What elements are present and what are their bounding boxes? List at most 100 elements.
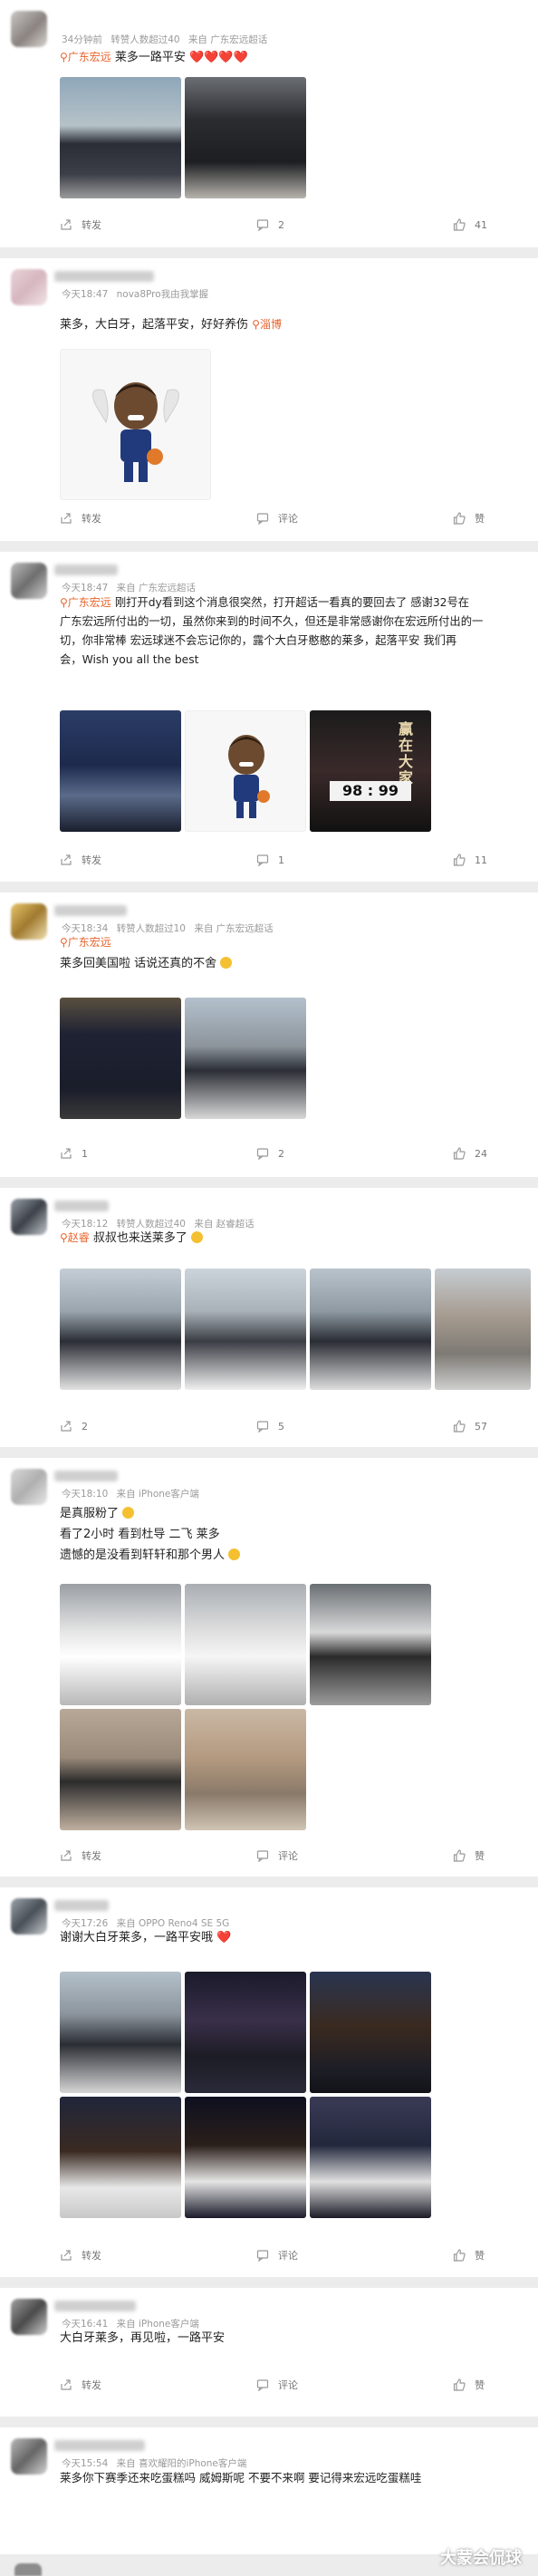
like-button[interactable]: 41 bbox=[453, 215, 487, 235]
action-bar: 转发 评论 赞 bbox=[0, 508, 538, 528]
emoji-icon bbox=[122, 1507, 135, 1519]
photo-thumbnail[interactable] bbox=[60, 77, 181, 198]
share-button[interactable]: 2 bbox=[60, 1416, 88, 1436]
avatar[interactable] bbox=[11, 1469, 47, 1505]
like-button[interactable]: 赞 bbox=[453, 2375, 485, 2395]
topic-tag[interactable]: ⚲广东宏远 bbox=[60, 596, 111, 609]
post-meta: 今天18:10 来自 iPhone客户端 bbox=[62, 1487, 205, 1500]
photo-thumbnail[interactable] bbox=[310, 1269, 431, 1390]
location-tag[interactable]: ⚲淄博 bbox=[252, 318, 282, 331]
username-blurred[interactable] bbox=[54, 1201, 109, 1211]
comment-icon bbox=[256, 219, 269, 231]
share-button[interactable]: 转发 bbox=[60, 2245, 101, 2265]
like-icon bbox=[453, 2249, 466, 2262]
post-content: 是真服粉了 看了2小时 看到杜导 二飞 莱多 遗憾的是没看到轩轩和那个男人 bbox=[60, 1503, 527, 1566]
comment-button[interactable]: 1 bbox=[256, 850, 284, 870]
comment-button[interactable]: 评论 bbox=[256, 1846, 298, 1866]
photo-thumbnail[interactable] bbox=[310, 1584, 431, 1705]
topic-tag[interactable]: ⚲广东宏远 bbox=[60, 936, 111, 949]
comment-icon bbox=[256, 1850, 269, 1862]
username-blurred[interactable] bbox=[54, 564, 118, 575]
separator bbox=[0, 1877, 538, 1887]
comment-button[interactable]: 2 bbox=[256, 215, 284, 235]
share-icon bbox=[61, 219, 72, 230]
comment-button[interactable]: 5 bbox=[256, 1416, 284, 1436]
username-blurred[interactable] bbox=[54, 2301, 136, 2311]
username-blurred[interactable] bbox=[54, 2440, 145, 2451]
photo-thumbnail[interactable] bbox=[60, 2097, 181, 2218]
photo-thumbnail[interactable] bbox=[185, 1972, 306, 2093]
post-extra: nova8Pro我由我掌握 bbox=[116, 289, 209, 300]
avatar[interactable] bbox=[11, 1898, 47, 1934]
separator bbox=[0, 2277, 538, 2288]
photo-thumbnail[interactable] bbox=[185, 2097, 306, 2218]
share-button[interactable]: 转发 bbox=[60, 508, 101, 528]
photo-thumbnail[interactable] bbox=[310, 1972, 431, 2093]
comment-button[interactable]: 评论 bbox=[256, 508, 298, 528]
post-content: ⚲赵睿 叔叔也来送莱多了 bbox=[60, 1228, 527, 1249]
photo-thumbnail[interactable] bbox=[60, 998, 181, 1119]
post-source[interactable]: 来自 广东宏远超话 bbox=[188, 34, 267, 45]
post-text: 刚打开dy看到这个消息很突然，打开超话一看真的要回去了 感谢32号在 bbox=[114, 596, 470, 609]
photo-thumbnail[interactable] bbox=[60, 1269, 181, 1390]
avatar[interactable] bbox=[11, 269, 47, 305]
post-content: 莱多，大白牙，起落平安，好好养伤 ⚲淄博 bbox=[60, 314, 527, 335]
comment-button[interactable]: 评论 bbox=[256, 2245, 298, 2265]
photo-thumbnail[interactable] bbox=[60, 1584, 181, 1705]
photo-thumbnail[interactable] bbox=[60, 710, 181, 832]
post: 今天18:10 来自 iPhone客户端 是真服粉了 看了2小时 看到杜导 二飞… bbox=[0, 1458, 538, 1877]
username-blurred[interactable] bbox=[54, 905, 127, 916]
like-button[interactable]: 57 bbox=[453, 1416, 487, 1436]
avatar[interactable] bbox=[14, 2563, 42, 2576]
like-button[interactable]: 11 bbox=[453, 850, 487, 870]
share-icon bbox=[61, 2250, 72, 2261]
cartoon-image[interactable] bbox=[60, 349, 211, 500]
photo-thumbnail[interactable] bbox=[60, 1709, 181, 1830]
post-time: 今天18:47 bbox=[62, 289, 109, 300]
photo-thumbnail[interactable] bbox=[60, 1972, 181, 2093]
player-cartoon bbox=[228, 735, 270, 818]
action-bar: 转发 评论 赞 bbox=[0, 2245, 538, 2265]
share-icon bbox=[61, 2379, 72, 2390]
comment-icon bbox=[256, 1148, 269, 1160]
like-button[interactable]: 赞 bbox=[453, 508, 485, 528]
photo-thumbnail[interactable] bbox=[185, 77, 306, 198]
like-button[interactable]: 赞 bbox=[453, 1846, 485, 1866]
poster-image[interactable]: 赢 在 大 家 98 : 99 bbox=[310, 710, 431, 832]
like-button[interactable]: 赞 bbox=[453, 2245, 485, 2265]
photo-thumbnail[interactable] bbox=[185, 998, 306, 1119]
avatar[interactable] bbox=[11, 903, 47, 940]
username-blurred[interactable] bbox=[54, 1900, 109, 1911]
comment-button[interactable]: 2 bbox=[256, 1143, 284, 1163]
avatar[interactable] bbox=[11, 2299, 47, 2335]
topic-tag[interactable]: ⚲赵睿 bbox=[60, 1231, 90, 1244]
avatar[interactable] bbox=[11, 563, 47, 599]
emoji-icon bbox=[220, 957, 233, 969]
comment-icon bbox=[256, 513, 269, 525]
scoreboard: 98 : 99 bbox=[330, 781, 411, 801]
avatar[interactable] bbox=[11, 11, 47, 47]
comment-icon bbox=[256, 1421, 269, 1433]
action-bar: 2 5 57 bbox=[0, 1416, 538, 1436]
emoji-icon bbox=[190, 1231, 203, 1243]
separator bbox=[0, 2417, 538, 2427]
share-button[interactable]: 转发 bbox=[60, 1846, 101, 1866]
share-button[interactable]: 转发 bbox=[60, 2375, 101, 2395]
photo-thumbnail[interactable] bbox=[435, 1269, 531, 1390]
username-blurred[interactable] bbox=[54, 1471, 118, 1481]
like-button[interactable]: 24 bbox=[453, 1143, 487, 1163]
photo-thumbnail[interactable] bbox=[185, 1269, 306, 1390]
topic-tag[interactable]: ⚲广东宏远 bbox=[60, 51, 111, 63]
cartoon-image[interactable] bbox=[185, 710, 306, 832]
share-button[interactable]: 转发 bbox=[60, 850, 101, 870]
comment-button[interactable]: 评论 bbox=[256, 2375, 298, 2395]
share-button[interactable]: 1 bbox=[60, 1143, 88, 1163]
username-blurred[interactable] bbox=[54, 271, 154, 282]
photo-thumbnail[interactable] bbox=[310, 2097, 431, 2218]
avatar[interactable] bbox=[11, 1199, 47, 1235]
share-button[interactable]: 转发 bbox=[60, 215, 101, 235]
avatar[interactable] bbox=[11, 2438, 47, 2475]
photo-thumbnail[interactable] bbox=[185, 1584, 306, 1705]
post-extra[interactable]: 来自 广东宏远超话 bbox=[117, 583, 196, 593]
photo-thumbnail[interactable] bbox=[185, 1709, 306, 1830]
